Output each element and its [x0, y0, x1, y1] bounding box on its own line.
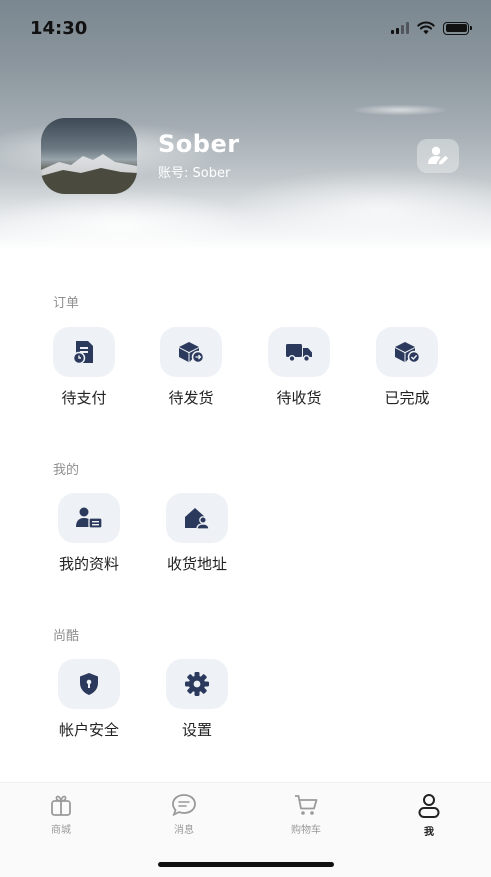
tab-cart-label: 购物车: [291, 825, 321, 836]
status-time: 14:30: [30, 18, 88, 39]
order-pending-payment[interactable]: 待支付: [39, 327, 129, 408]
delivery-truck-icon: [286, 344, 312, 362]
shipping-address-label: 收货地址: [166, 555, 227, 573]
account-security-label: 帐户安全: [58, 721, 119, 739]
home-address-icon: [185, 508, 210, 530]
order-pending-shipment[interactable]: 待发货: [146, 327, 236, 408]
icon-container: [53, 327, 115, 377]
shipping-address-item[interactable]: 收货地址: [152, 493, 242, 574]
shield-lock-icon: [80, 673, 98, 695]
avatar[interactable]: [41, 118, 137, 194]
account-security-item[interactable]: 帐户安全: [44, 659, 134, 740]
settings-label: 设置: [181, 721, 212, 739]
user-icon: [418, 794, 440, 818]
my-profile-item[interactable]: 我的资料: [44, 493, 134, 574]
tab-messages-label: 消息: [174, 825, 194, 836]
wifi-icon: [417, 21, 435, 35]
order-pending-receipt[interactable]: 待收货: [254, 327, 344, 408]
tab-me-label: 我: [424, 827, 434, 838]
icon-container: [268, 327, 330, 377]
cart-icon: [295, 795, 318, 815]
icon-container: [58, 659, 120, 709]
profile-header: 14:30 Sober 账号: Sober: [0, 0, 491, 250]
icon-container: [166, 659, 228, 709]
icon-container: [58, 493, 120, 543]
icon-container: [376, 327, 438, 377]
section-title-shangku: 尚酷: [53, 629, 80, 644]
profile-card-icon: [76, 507, 103, 529]
pending-payment-icon: [72, 341, 93, 365]
tab-messages[interactable]: 消息: [139, 793, 229, 836]
order-pending-payment-label: 待支付: [61, 389, 107, 407]
section-title-mine: 我的: [53, 463, 80, 478]
tab-me[interactable]: 我: [384, 793, 474, 838]
profile-name: Sober: [158, 130, 240, 158]
section-title-orders: 订单: [53, 296, 80, 311]
icon-container: [166, 493, 228, 543]
gift-icon: [51, 795, 71, 816]
completed-box-icon: [395, 342, 421, 364]
profile-account: 账号: Sober: [158, 166, 231, 181]
my-profile-label: 我的资料: [58, 555, 119, 573]
icon-container: [160, 327, 222, 377]
tab-mall[interactable]: 商城: [16, 793, 106, 836]
order-pending-receipt-label: 待收货: [276, 389, 322, 407]
order-completed-label: 已完成: [384, 389, 430, 407]
cellular-signal-icon: [391, 22, 409, 34]
tab-mall-label: 商城: [51, 825, 71, 836]
pending-shipment-icon: [179, 342, 205, 364]
home-indicator: [158, 862, 334, 867]
status-icons: [391, 20, 472, 36]
order-pending-shipment-label: 待发货: [168, 389, 214, 407]
tab-cart[interactable]: 购物车: [261, 793, 351, 836]
settings-item[interactable]: 设置: [152, 659, 242, 740]
user-edit-icon: [428, 146, 448, 165]
order-completed[interactable]: 已完成: [362, 327, 452, 408]
status-bar: 14:30: [0, 0, 491, 56]
gear-icon: [185, 672, 209, 696]
chat-icon: [172, 794, 196, 817]
edit-profile-button[interactable]: [417, 139, 459, 173]
battery-icon: [443, 21, 472, 35]
